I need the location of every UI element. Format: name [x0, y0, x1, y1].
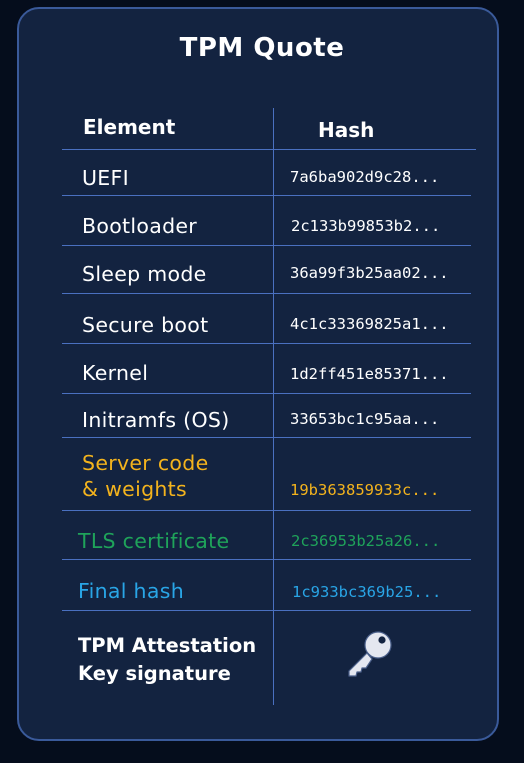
- element-sleep-mode: Sleep mode: [82, 262, 207, 286]
- row-divider: [62, 393, 471, 394]
- row-divider: [62, 245, 471, 246]
- header-divider: [62, 149, 476, 150]
- row-divider: [62, 195, 471, 196]
- signature-line-1: TPM Attestation: [78, 634, 257, 657]
- hash-sleep-mode: 36a99f3b25aa02...: [290, 264, 449, 282]
- row-divider: [62, 559, 471, 560]
- row-divider: [62, 510, 471, 511]
- row-divider: [62, 293, 471, 294]
- hash-uefi: 7a6ba902d9c28...: [290, 168, 440, 186]
- element-kernel: Kernel: [82, 361, 149, 385]
- element-final-hash: Final hash: [78, 579, 184, 603]
- hash-final-hash: 1c933bc369b25...: [292, 583, 442, 601]
- attestation-signature-label: TPM Attestation Key signature: [78, 632, 256, 688]
- element-tls-certificate: TLS certificate: [78, 529, 230, 553]
- row-divider: [62, 343, 471, 344]
- hash-initramfs: 33653bc1c95aa...: [290, 410, 440, 428]
- element-column-header: Element: [83, 115, 176, 139]
- hash-server-code: 19b363859933c...: [290, 481, 440, 499]
- element-server-code-line2: & weights: [82, 477, 187, 501]
- element-initramfs: Initramfs (OS): [82, 408, 230, 432]
- element-bootloader: Bootloader: [82, 214, 198, 238]
- column-divider: [273, 108, 275, 705]
- signature-line-2: Key signature: [78, 662, 231, 685]
- hash-bootloader: 2c133b99853b2...: [291, 217, 441, 235]
- hash-secure-boot: 4c1c33369825a1...: [290, 315, 449, 333]
- key-icon: [348, 631, 392, 677]
- hash-kernel: 1d2ff451e85371...: [290, 365, 449, 383]
- page-title: TPM Quote: [179, 33, 345, 63]
- element-server-code-line1: Server code: [82, 451, 209, 475]
- element-uefi: UEFI: [82, 166, 129, 190]
- element-secure-boot: Secure boot: [82, 313, 209, 337]
- row-divider: [62, 610, 471, 611]
- hash-column-header: Hash: [318, 118, 375, 142]
- row-divider: [62, 437, 471, 438]
- hash-tls-certificate: 2c36953b25a26...: [291, 532, 441, 550]
